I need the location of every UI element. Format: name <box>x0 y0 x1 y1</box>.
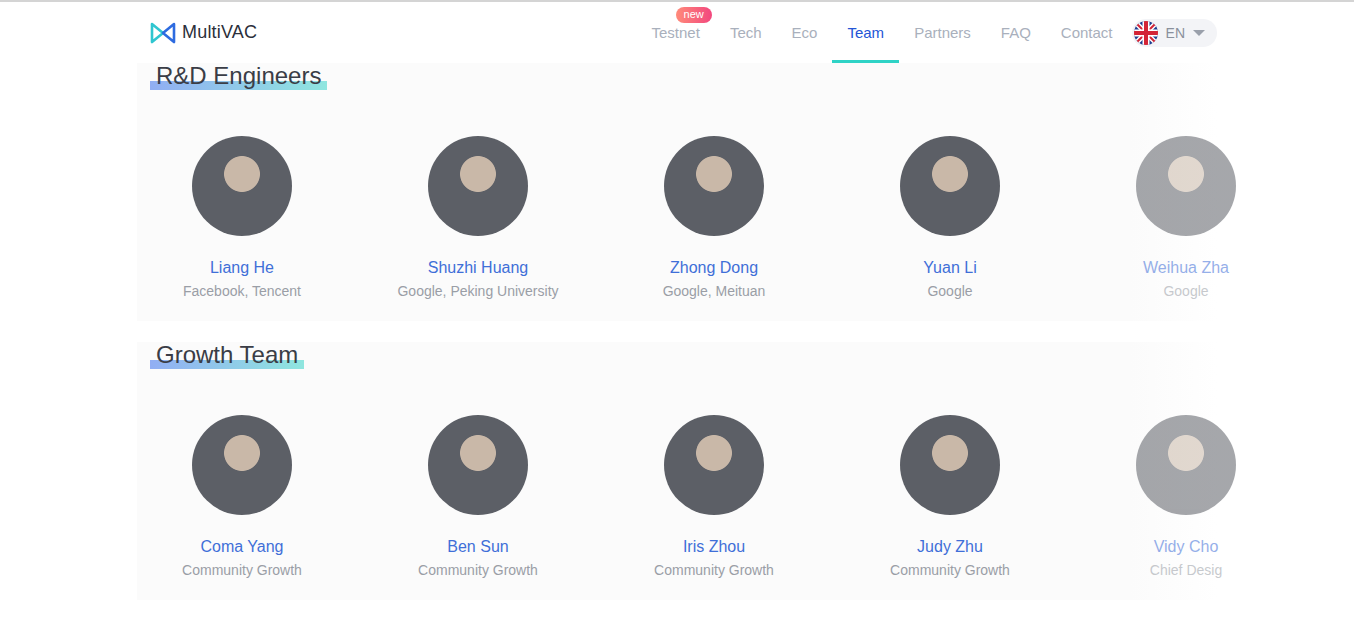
logo[interactable]: MultiVAC <box>137 2 257 63</box>
logo-text[interactable]: MultiVAC <box>182 22 257 43</box>
nav-item[interactable]: Eco <box>777 2 833 63</box>
nav-item[interactable]: Tech <box>715 2 777 63</box>
member-card: Ben Sun Community Growth <box>373 415 583 578</box>
member-photo <box>192 136 292 236</box>
team-section: R&D Engineers Liang He Facebook, Tencent Sh… <box>137 63 1217 321</box>
section-title: Growth Team <box>150 342 304 369</box>
member-photo <box>664 415 764 515</box>
member-subtitle: Facebook, Tencent <box>183 283 301 299</box>
member-name[interactable]: Zhong Dong <box>670 259 758 277</box>
nav-item[interactable]: FAQ <box>986 2 1046 63</box>
member-photo <box>428 136 528 236</box>
member-card: Liang He Facebook, Tencent <box>137 136 347 299</box>
member-name[interactable]: Ben Sun <box>447 538 508 556</box>
member-photo <box>1136 136 1236 236</box>
member-card: Iris Zhou Community Growth <box>609 415 819 578</box>
nav-bar: TestnetnewTechEcoTeamPartnersFAQContact E… <box>637 2 1217 63</box>
member-name[interactable]: Yuan Li <box>923 259 976 277</box>
nav-item[interactable]: Partners <box>899 2 986 63</box>
member-name[interactable]: Coma Yang <box>200 538 283 556</box>
member-row: Coma Yang Community Growth Ben Sun Communit… <box>137 415 1217 578</box>
member-row: Liang He Facebook, Tencent Shuzhi Huang Goo… <box>137 136 1217 299</box>
header: MultiVAC TestnetnewTechEcoTeamPartnersFAQ… <box>137 2 1217 63</box>
team-section: Growth TeamComa YangCommunity GrowthBen … <box>137 342 1217 600</box>
nav-item[interactable]: Testnetnew <box>637 2 715 63</box>
language-selector[interactable]: EN <box>1132 19 1217 47</box>
member-card: Vidy Cho Chief Desig <box>1081 415 1291 578</box>
member-subtitle: Community Growth <box>654 562 774 578</box>
member-photo <box>664 136 764 236</box>
member-card: Coma Yang Community Growth <box>137 415 347 578</box>
section-title: R&D Engineers <box>150 63 327 90</box>
member-subtitle: Community Growth <box>182 562 302 578</box>
member-name[interactable]: Vidy Cho <box>1154 538 1219 556</box>
nav-item[interactable]: Contact <box>1046 2 1128 63</box>
member-photo <box>192 415 292 515</box>
uk-flag-icon <box>1134 21 1158 45</box>
member-subtitle: Google <box>1163 283 1208 299</box>
member-subtitle: Google, Meituan <box>663 283 766 299</box>
language-label: EN <box>1166 25 1185 41</box>
member-subtitle: Google, Peking University <box>397 283 558 299</box>
nav-item[interactable]: Team <box>832 2 899 63</box>
member-subtitle: Google <box>927 283 972 299</box>
member-name[interactable]: Liang He <box>210 259 274 277</box>
member-subtitle: Chief Desig <box>1150 562 1222 578</box>
member-photo <box>900 136 1000 236</box>
member-photo <box>900 415 1000 515</box>
member-card: Judy Zhu Community Growth <box>845 415 1055 578</box>
member-photo <box>1136 415 1236 515</box>
member-card: Yuan Li Google <box>845 136 1055 299</box>
new-badge: new <box>676 7 712 23</box>
logo-icon <box>150 22 176 44</box>
member-card: Shuzhi Huang Google, Peking University <box>373 136 583 299</box>
caret-down-icon <box>1193 29 1205 37</box>
member-card: Weihua Zha Google <box>1081 136 1291 299</box>
member-name[interactable]: Weihua Zha <box>1143 259 1229 277</box>
member-subtitle: Community Growth <box>890 562 1010 578</box>
member-card: Zhong Dong Google, Meituan <box>609 136 819 299</box>
member-name[interactable]: Iris Zhou <box>683 538 745 556</box>
member-name[interactable]: Shuzhi Huang <box>428 259 529 277</box>
page: MultiVAC TestnetnewTechEcoTeamPartnersFAQ… <box>0 0 1354 626</box>
member-photo <box>428 415 528 515</box>
team-content: R&D Engineers Liang He Facebook, Tencent Sh… <box>137 63 1217 600</box>
member-subtitle: Community Growth <box>418 562 538 578</box>
member-name[interactable]: Judy Zhu <box>917 538 983 556</box>
